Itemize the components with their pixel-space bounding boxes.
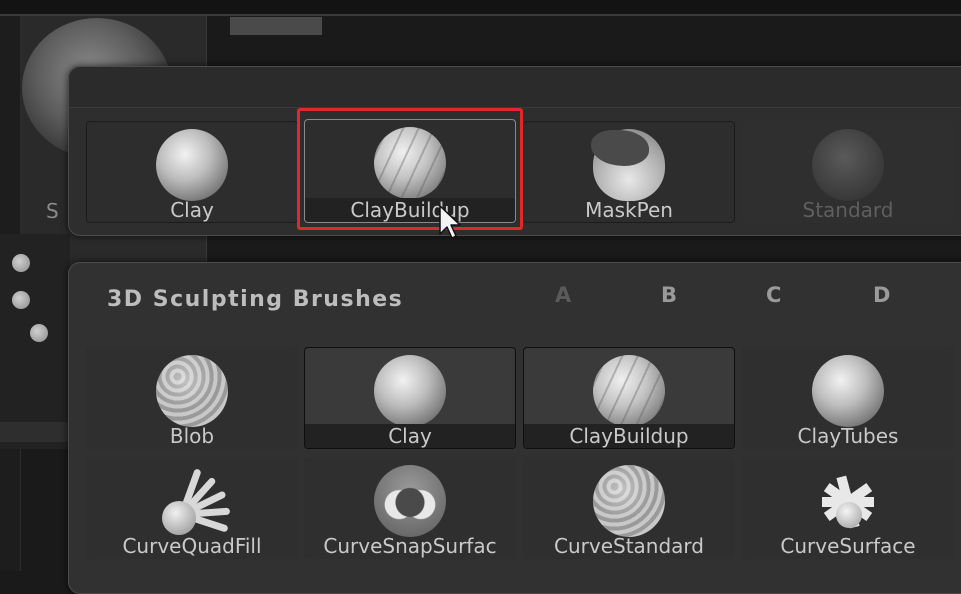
brush-label: CurveQuadFill <box>122 534 262 558</box>
brush-label: ClayBuildup <box>524 424 734 448</box>
brush-label: MaskPen <box>585 198 673 222</box>
brush-tile-curvestandard[interactable]: CurveStandard <box>523 457 735 559</box>
shelf-dot-icon[interactable] <box>30 324 48 342</box>
shelf-dot-icon[interactable] <box>12 254 30 272</box>
curvestandard-brush-icon <box>593 465 665 537</box>
recent-brush-clay[interactable]: Clay <box>86 121 298 223</box>
curvesurface-brush-icon <box>810 468 886 534</box>
side-shelf-footer <box>0 422 70 442</box>
clay-brush-icon <box>374 355 446 427</box>
brush-tile-curvesnapsurface[interactable]: CurveSnapSurfac <box>304 457 516 559</box>
recent-brush-standard[interactable]: Standard <box>742 121 954 223</box>
shelf-dot-icon[interactable] <box>12 291 30 309</box>
document-tab[interactable] <box>230 17 322 35</box>
highlight-box <box>297 108 523 230</box>
brush-label: Clay <box>305 424 515 448</box>
brush-tile-claytubes[interactable]: ClayTubes <box>742 347 954 449</box>
standard-brush-icon <box>812 129 884 201</box>
brush-tile-claybuildup[interactable]: ClayBuildup <box>523 347 735 449</box>
recent-brush-maskpen[interactable]: MaskPen <box>523 121 735 223</box>
side-shelf <box>0 234 70 449</box>
column-letter-c[interactable]: C <box>766 283 781 307</box>
curvequadfill-brush-icon <box>154 467 231 537</box>
brush-preview-letter: S <box>46 199 59 223</box>
clay-brush-icon <box>156 129 228 201</box>
brush-tile-curvequadfill[interactable]: CurveQuadFill <box>86 457 298 559</box>
column-letter-a[interactable]: A <box>555 283 571 307</box>
brush-label: Clay <box>170 198 214 222</box>
brush-label: Standard <box>802 198 894 222</box>
blob-brush-icon <box>156 355 228 427</box>
brush-label: Blob <box>169 424 215 448</box>
claytubes-brush-icon <box>812 355 884 427</box>
brush-tile-curvesurface[interactable]: CurveSurface <box>742 457 954 559</box>
column-letter-d[interactable]: D <box>873 283 890 307</box>
brush-tile-blob[interactable]: Blob <box>86 347 298 449</box>
brush-label: CurveSnapSurfac <box>323 534 497 558</box>
brush-label: ClayTubes <box>797 424 899 448</box>
brush-label: CurveSurface <box>780 534 916 558</box>
column-letter-b[interactable]: B <box>661 283 677 307</box>
recent-brushes-header <box>69 67 961 108</box>
mouse-cursor-icon <box>439 205 461 239</box>
sculpting-brushes-palette: 3D Sculpting Brushes A B C D Blob Clay C… <box>68 262 961 594</box>
palette-title: 3D Sculpting Brushes <box>107 287 404 312</box>
top-toolbar <box>0 0 961 14</box>
brush-label: CurveStandard <box>554 534 704 558</box>
claybuildup-brush-icon <box>593 355 665 427</box>
brush-tile-clay[interactable]: Clay <box>304 347 516 449</box>
curvesnapsurface-brush-icon <box>374 465 446 537</box>
